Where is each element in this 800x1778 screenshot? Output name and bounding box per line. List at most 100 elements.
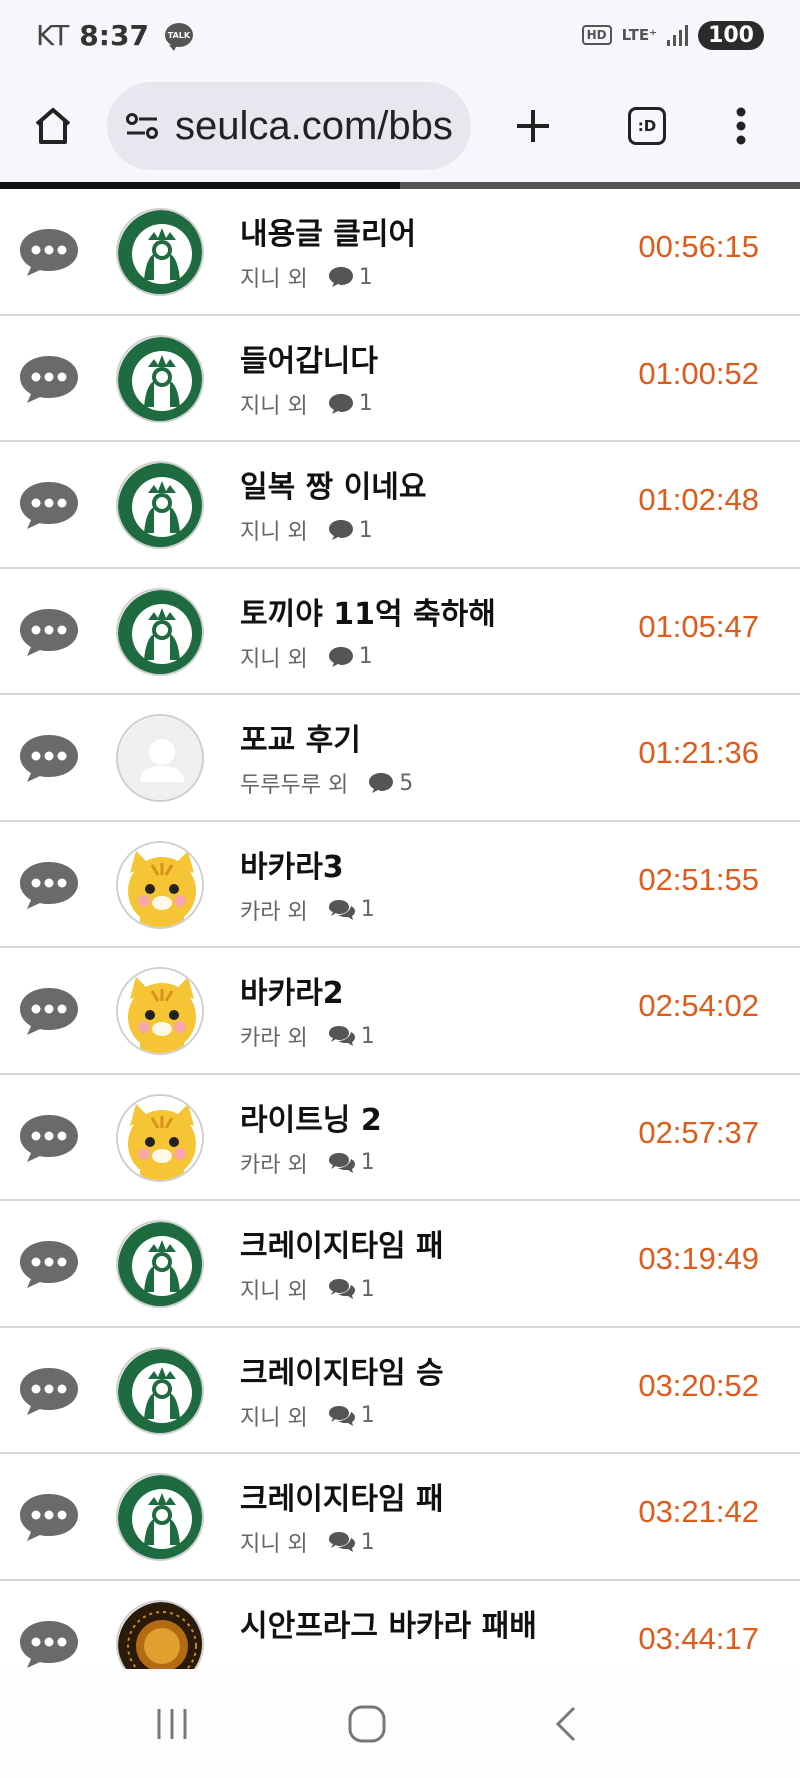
post-author: 지니 외 — [240, 646, 308, 672]
address-bar[interactable]: seulca.com/bbs — [107, 82, 471, 170]
post-title[interactable]: 라이트닝 2 — [240, 1095, 382, 1139]
new-tab-button[interactable] — [493, 86, 573, 166]
post-time: 01:00:52 — [638, 355, 759, 391]
post-author: 지니 외 — [240, 1532, 308, 1557]
post-title[interactable]: 시안프라그 바카라 패배 — [240, 1601, 537, 1645]
post-time: 03:19:49 — [638, 1241, 759, 1276]
comment-icon — [328, 899, 356, 921]
site-settings-icon — [126, 113, 158, 139]
post-meta: 두루두루 외 5 — [240, 767, 413, 799]
chat-bubble-icon — [18, 606, 80, 658]
post-author: 지니 외 — [240, 1405, 308, 1431]
battery-indicator: 100 — [698, 20, 764, 50]
comment-count-value: 1 — [360, 1023, 375, 1049]
comment-count: 1 — [328, 391, 373, 416]
post-row[interactable]: 시안프라그 바카라 패배 03:44:17 — [0, 1581, 800, 1670]
comment-icon — [368, 772, 394, 794]
comment-count-value: 5 — [399, 770, 414, 796]
home-circle-icon — [348, 1705, 386, 1742]
progress-fill — [0, 182, 400, 189]
chat-bubble-icon — [18, 1618, 80, 1670]
post-row[interactable]: 크레이지타임 승 지니 외 1 03:20:52 — [0, 1328, 800, 1454]
chat-bubble-icon — [18, 226, 80, 278]
post-time: 03:44:17 — [638, 1620, 759, 1656]
post-title[interactable]: 크레이지타임 승 — [240, 1348, 444, 1392]
back-button[interactable] — [517, 1684, 617, 1764]
carrier-label: KT — [36, 18, 70, 52]
chat-bubble-icon — [18, 1365, 80, 1417]
post-author: 지니 외 — [240, 1279, 308, 1304]
avatar — [116, 208, 204, 296]
lte-icon: LTE⁺ — [621, 25, 658, 44]
home-button[interactable] — [13, 86, 93, 166]
post-meta: 지니 외 1 — [240, 261, 373, 293]
post-time: 02:51:55 — [638, 861, 759, 897]
comment-count: 5 — [368, 771, 413, 796]
comment-count: 1 — [328, 1530, 375, 1555]
comment-count: 1 — [328, 1277, 375, 1302]
post-meta: 지니 외 1 — [240, 641, 373, 673]
system-nav-bar — [0, 1669, 800, 1778]
plus-icon — [517, 110, 549, 142]
comment-count-value: 1 — [358, 517, 373, 543]
tab-switcher-button[interactable]: :D — [617, 86, 677, 166]
comment-icon — [328, 519, 354, 541]
overflow-menu-button[interactable] — [711, 86, 771, 166]
post-title[interactable]: 바카라2 — [240, 968, 344, 1012]
post-title[interactable]: 들어갑니다 — [240, 336, 378, 380]
post-time: 00:56:15 — [638, 229, 759, 264]
post-time: 01:21:36 — [638, 735, 759, 770]
post-row[interactable]: 일복 짱 이네요지니 외 1 01:02:48 — [0, 442, 800, 569]
home-nav-button[interactable] — [317, 1684, 417, 1764]
chat-bubble-icon — [18, 1112, 80, 1164]
avatar — [116, 587, 204, 676]
post-meta: 카라 외 1 — [240, 1147, 375, 1179]
post-row[interactable]: 바카라2 카라 외 1 02:54:02 — [0, 948, 800, 1075]
post-title[interactable]: 크레이지타임 패 — [240, 1221, 444, 1265]
post-row[interactable]: 크레이지타임 패 지니 외 1 03:21:42 — [0, 1454, 800, 1581]
post-row[interactable]: 들어갑니다 지니 외 1 01:00:52 — [0, 316, 800, 442]
post-author: 카라 외 — [240, 1152, 308, 1178]
comment-count: 1 — [328, 897, 375, 922]
chat-bubble-icon — [18, 479, 80, 531]
post-author: 카라 외 — [240, 1026, 308, 1051]
post-row[interactable]: 내용글 클리어지니 외 1 00:56:15 — [0, 189, 800, 316]
post-row[interactable]: 토끼야 11억 축하해지니 외 1 01:05:47 — [0, 569, 800, 695]
comment-count: 1 — [328, 265, 373, 290]
post-row[interactable]: 라이트닝 2 카라 외 1 02:57:37 — [0, 1075, 800, 1201]
chat-bubble-icon — [18, 732, 80, 784]
post-title[interactable]: 일복 짱 이네요 — [240, 462, 427, 506]
recent-apps-button[interactable] — [122, 1684, 222, 1764]
comment-icon — [328, 393, 354, 415]
post-row[interactable]: 포교 후기두루두루 외 5 01:21:36 — [0, 695, 800, 822]
avatar — [116, 1346, 204, 1435]
avatar — [116, 840, 204, 929]
comment-count: 1 — [328, 1150, 375, 1175]
post-title[interactable]: 포교 후기 — [240, 715, 361, 759]
post-row[interactable]: 크레이지타임 패지니 외 1 03:19:49 — [0, 1201, 800, 1328]
signal-icon — [667, 24, 689, 46]
post-meta: 지니 외 1 — [240, 514, 373, 546]
post-title[interactable]: 내용글 클리어 — [240, 209, 416, 253]
avatar — [116, 1599, 204, 1669]
post-title[interactable]: 크레이지타임 패 — [240, 1474, 444, 1518]
post-title[interactable]: 바카라3 — [240, 842, 344, 886]
chat-bubble-icon — [18, 859, 80, 911]
recents-icon — [157, 1708, 187, 1739]
chat-bubble-icon — [18, 353, 80, 405]
post-title[interactable]: 토끼야 11억 축하해 — [240, 589, 496, 633]
comment-count: 1 — [328, 518, 373, 543]
avatar — [116, 461, 204, 549]
comment-count: 1 — [328, 1403, 375, 1428]
comment-count-value: 1 — [358, 391, 373, 416]
avatar — [116, 334, 204, 423]
post-time: 01:05:47 — [638, 608, 759, 644]
comment-icon — [328, 1278, 356, 1300]
comment-icon — [328, 1025, 356, 1047]
avatar — [116, 714, 204, 802]
comment-icon — [328, 1152, 356, 1174]
post-row[interactable]: 바카라3 카라 외 1 02:51:55 — [0, 822, 800, 948]
post-time: 01:02:48 — [638, 482, 759, 517]
comment-count-value: 1 — [360, 897, 375, 922]
hd-voice-icon: HD — [581, 25, 612, 45]
